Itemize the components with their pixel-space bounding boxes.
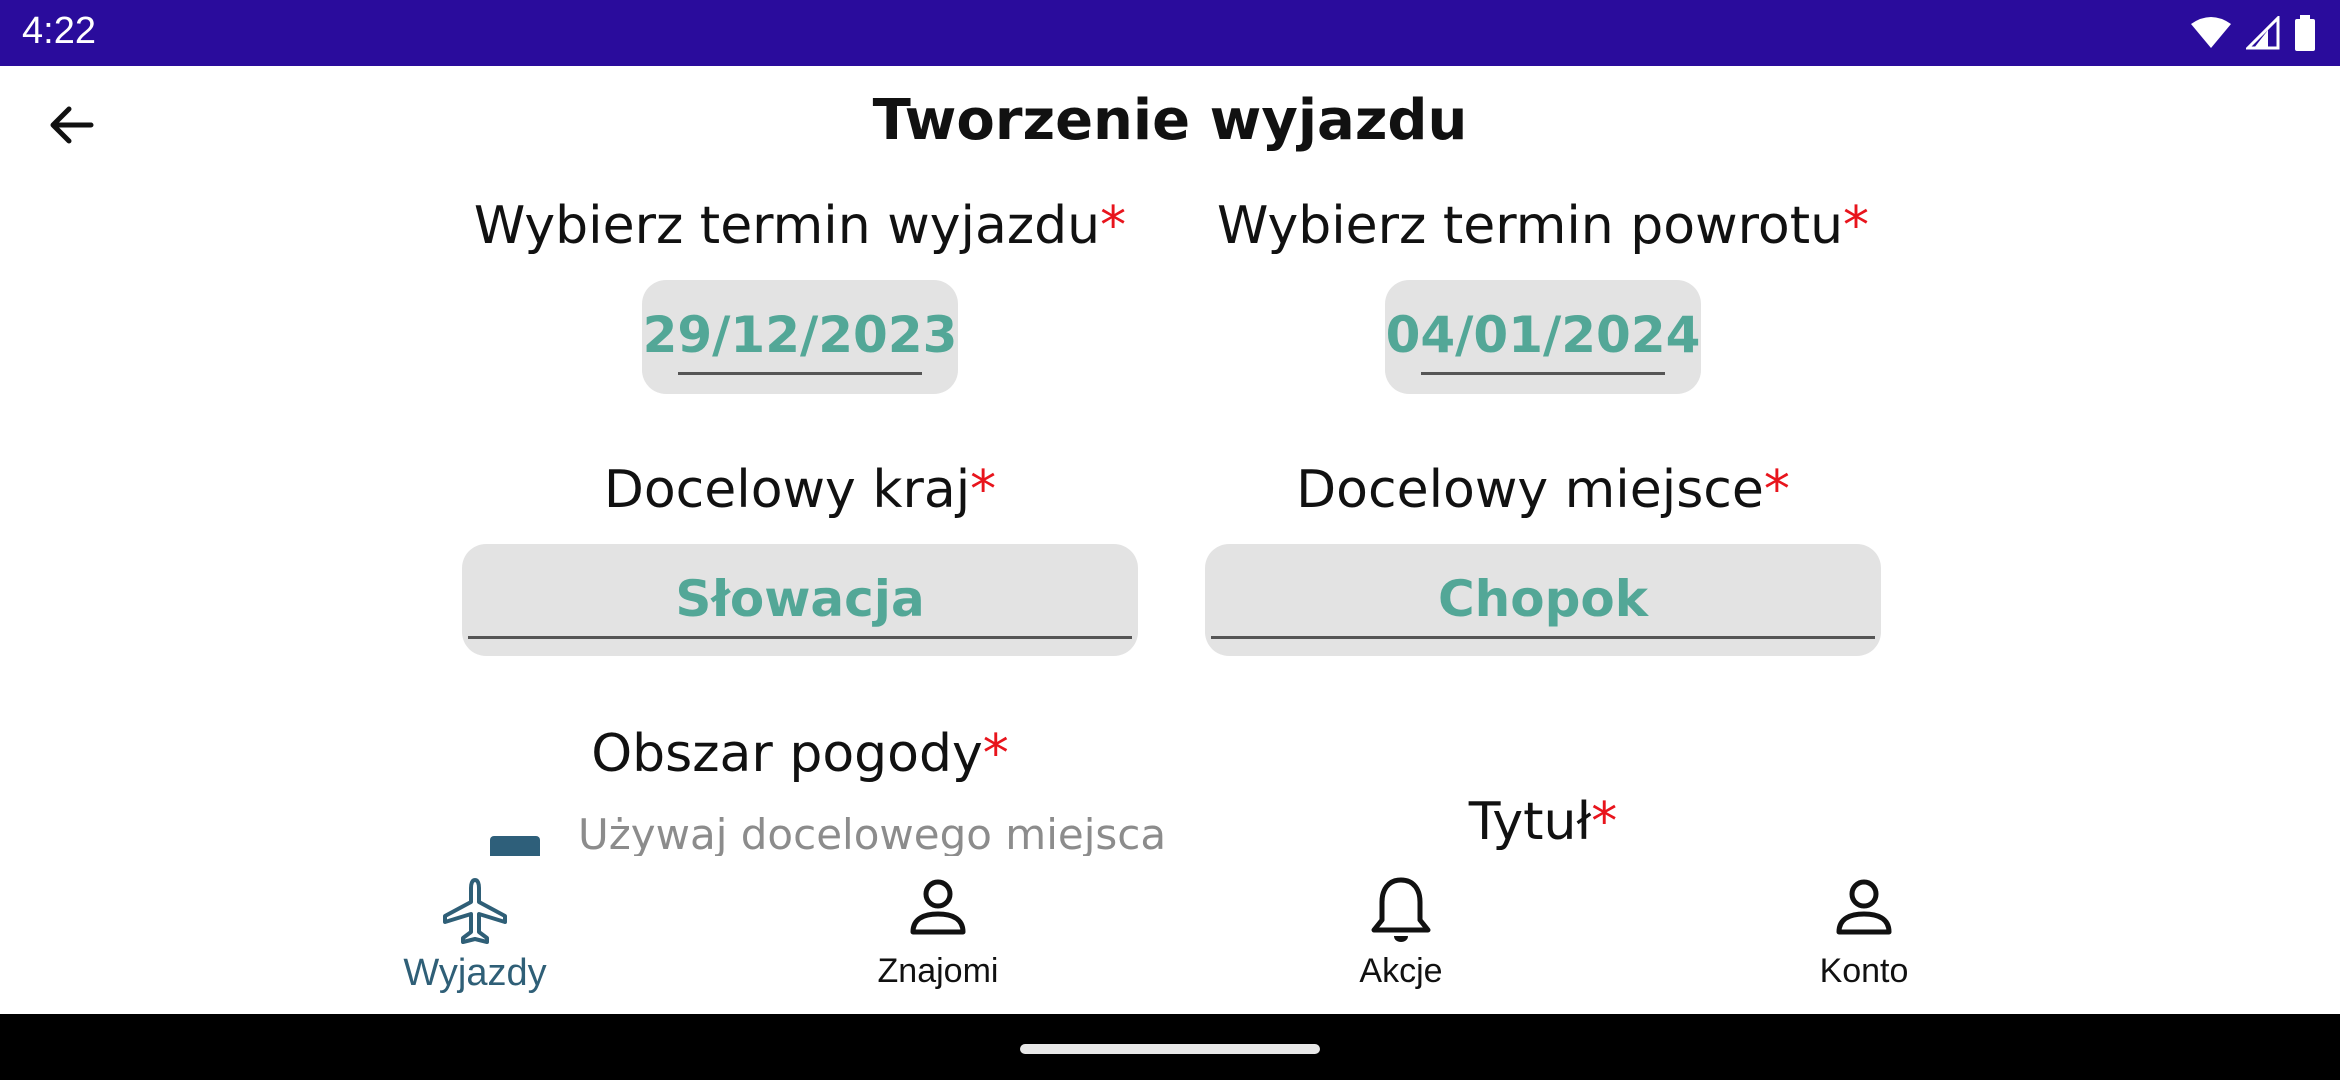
departure-date-value: 29/12/2023 xyxy=(642,306,958,364)
wifi-icon xyxy=(2191,17,2231,48)
bell-icon xyxy=(1371,877,1431,942)
nav-label: Znajomi xyxy=(877,952,999,990)
departure-date-label: Wybierz termin wyjazdu* xyxy=(473,196,1127,256)
app-bar: Tworzenie wyjazdu xyxy=(0,66,2340,184)
departure-date-field[interactable]: 29/12/2023 xyxy=(642,280,958,394)
place-field[interactable]: Chopok xyxy=(1205,544,1881,656)
return-date-label: Wybierz termin powrotu* xyxy=(1216,196,1870,256)
status-icons xyxy=(2190,14,2316,52)
country-value: Słowacja xyxy=(675,570,925,628)
home-gesture-handle[interactable] xyxy=(1020,1044,1320,1054)
system-nav-bar xyxy=(0,1014,2340,1080)
use-destination-label: Używaj docelowego miejsca xyxy=(578,810,1167,859)
signal-icon xyxy=(2246,16,2280,50)
person-icon xyxy=(910,879,966,935)
bottom-nav: Wyjazdy Znajomi Akcje Konto xyxy=(0,856,2340,1014)
person-icon xyxy=(1836,879,1892,935)
place-label: Docelowy miejsce* xyxy=(1296,460,1790,520)
underline xyxy=(678,372,922,375)
country-label: Docelowy kraj* xyxy=(603,460,997,520)
battery-icon xyxy=(2295,15,2315,51)
nav-item-wyjazdy[interactable]: Wyjazdy xyxy=(325,856,625,1014)
weather-area-label: Obszar pogody* xyxy=(591,724,1009,784)
nav-item-znajomi[interactable]: Znajomi xyxy=(788,856,1088,1014)
place-value: Chopok xyxy=(1437,570,1649,628)
use-destination-checkbox[interactable] xyxy=(490,836,540,856)
underline xyxy=(1211,636,1875,639)
page-title: Tworzenie wyjazdu xyxy=(872,88,1468,153)
country-field[interactable]: Słowacja xyxy=(462,544,1138,656)
status-time: 4:22 xyxy=(22,10,96,52)
nav-item-akcje[interactable]: Akcje xyxy=(1251,856,1551,1014)
nav-item-konto[interactable]: Konto xyxy=(1714,856,2014,1014)
underline xyxy=(468,636,1132,639)
airplane-icon xyxy=(443,878,507,944)
underline xyxy=(1421,372,1665,375)
title-label: Tytuł* xyxy=(1468,792,1618,852)
return-date-value: 04/01/2024 xyxy=(1385,306,1701,364)
nav-label: Akcje xyxy=(1359,952,1443,990)
nav-label: Konto xyxy=(1819,952,1909,990)
status-bar: 4:22 xyxy=(0,0,2340,66)
nav-label: Wyjazdy xyxy=(403,952,547,994)
return-date-field[interactable]: 04/01/2024 xyxy=(1385,280,1701,394)
